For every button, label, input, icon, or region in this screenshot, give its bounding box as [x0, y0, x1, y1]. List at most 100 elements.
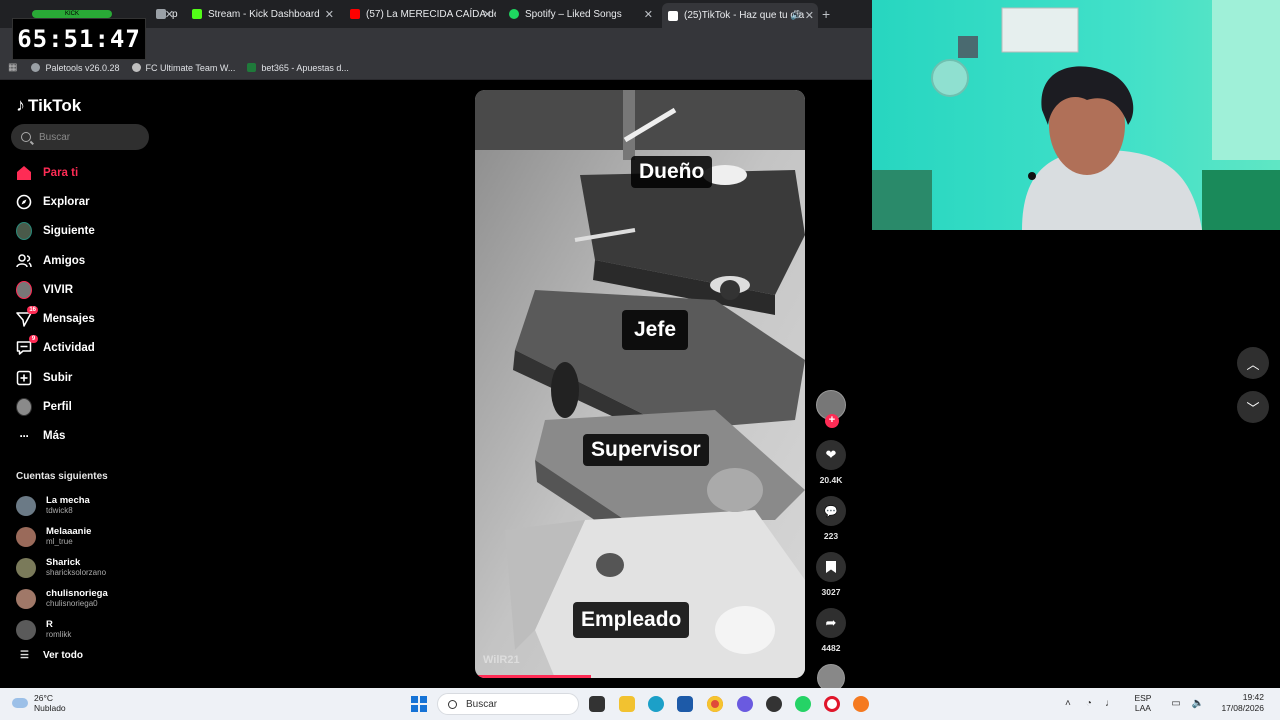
tiktok-sidebar: ♪ TikTok Buscar Para ti Explorar Siguien…	[0, 80, 160, 688]
avatar	[16, 526, 36, 547]
following-title: Cuentas siguientes	[16, 471, 108, 482]
close-icon[interactable]: ✕	[483, 8, 492, 21]
video-player[interactable]: Dueño Jefe Supervisor Empleado WilR21	[475, 90, 805, 678]
chevron-up-icon[interactable]: ˄	[1062, 698, 1073, 709]
previous-video-button[interactable]: ︿	[1237, 347, 1269, 379]
avatar	[16, 588, 36, 609]
bookmark-fc-ultimate[interactable]: FC Ultimate Team W...	[131, 62, 236, 73]
tab-tiktok[interactable]: (25)TikTok - Haz que tu día 🔊 ✕	[662, 3, 818, 28]
weather-widget[interactable]: 26°C Nublado	[12, 693, 66, 713]
action-bar: + ❤ 20.4K 💬 223 3027 ➦ 4482	[813, 390, 849, 692]
video-caption: Empleado	[573, 602, 690, 638]
video-caption: Dueño	[631, 156, 713, 188]
speaker-icon[interactable]: 🔊	[791, 10, 802, 21]
save-action[interactable]: 3027	[813, 552, 849, 608]
system-tray: ˄ ◔ ♩ ESP LAA ▭ 🔈 19:42 17/08/2026	[1057, 692, 1264, 714]
bookmark-label: bet365 - Apuestas d...	[261, 62, 349, 73]
tab-label: Stream - Kick Dashboard	[208, 8, 320, 20]
video-progress-bar[interactable]	[475, 675, 591, 678]
webcam-feed	[872, 0, 1280, 230]
heart-icon[interactable]: ❤	[816, 440, 846, 470]
nav-item-explorar[interactable]: Explorar	[0, 187, 160, 216]
video-caption: Jefe	[622, 310, 689, 350]
clock[interactable]: 19:42 17/08/2026	[1221, 692, 1264, 714]
display-icon[interactable]: ▭	[1170, 698, 1181, 709]
nav-item-actividad[interactable]: 9 Actividad	[0, 334, 160, 363]
whatsapp-icon[interactable]	[795, 696, 811, 712]
apps-grid-icon[interactable]: ▦	[8, 62, 17, 73]
following-account[interactable]: chulisnoriega chulisnoriega0	[16, 583, 156, 614]
comment-count: 223	[823, 531, 839, 541]
task-view-icon[interactable]	[589, 696, 605, 712]
language-layout: LAA	[1134, 703, 1151, 713]
see-all-label: Ver todo	[42, 650, 83, 661]
edge-icon[interactable]	[648, 696, 664, 712]
windows-start-icon[interactable]	[411, 696, 427, 712]
share-icon[interactable]: ➦	[816, 608, 846, 638]
account-handle: romlikk	[46, 630, 72, 639]
close-icon[interactable]: ✕	[805, 9, 814, 22]
tab-kick-dashboard[interactable]: Stream - Kick Dashboard ✕	[186, 4, 338, 24]
tab-youtube[interactable]: (57) La MERECIDA CAÍDA de R ✕	[344, 4, 496, 24]
account-name: Melaaanie	[46, 526, 92, 537]
chrome-icon[interactable]	[707, 696, 723, 712]
tab-label: (25)TikTok - Haz que tu día	[684, 10, 805, 21]
cloud-icon	[12, 698, 28, 708]
microphone-icon[interactable]: ♩	[1104, 698, 1115, 709]
file-explorer-icon[interactable]	[619, 696, 635, 712]
nav-item-mas[interactable]: ··· Más	[0, 422, 160, 451]
creator-avatar[interactable]: +	[816, 390, 846, 428]
nav-item-siguiente[interactable]: Siguiente	[0, 217, 160, 246]
close-icon[interactable]: ✕	[165, 8, 174, 21]
account-handle: chulisnoriega0	[46, 599, 98, 608]
firefox-icon[interactable]	[853, 696, 869, 712]
discord-icon[interactable]	[737, 696, 753, 712]
video-author[interactable]: WilR21	[483, 654, 520, 666]
tiktok-logo[interactable]: ♪ TikTok	[16, 95, 81, 116]
volume-icon[interactable]: 🔈	[1191, 698, 1203, 709]
following-account[interactable]: Sharick sharicksolorzano	[16, 552, 156, 583]
nav-item-perfil[interactable]: Perfil	[0, 392, 160, 421]
following-account[interactable]: Rromlikk	[16, 614, 156, 645]
bookmark-paletools[interactable]: Paletools v26.0.28	[31, 63, 120, 73]
clock-time: 19:42	[1242, 692, 1264, 702]
weather-temp: 26°C	[34, 693, 53, 703]
tab-spotify[interactable]: Spotify – Liked Songs ✕	[503, 4, 657, 24]
bookmark-bet365[interactable]: bet365 - Apuestas d...	[247, 63, 349, 73]
language-indicator[interactable]: ESP LAA	[1134, 693, 1151, 713]
nav-item-subir[interactable]: Subir	[0, 363, 160, 392]
follow-plus-icon[interactable]: +	[825, 414, 839, 428]
next-video-button[interactable]: ﹀	[1237, 391, 1269, 423]
account-name: La mecha	[46, 495, 90, 506]
search-input[interactable]: Buscar	[11, 124, 149, 150]
nav-item-amigos[interactable]: Amigos	[0, 246, 160, 275]
nav-item-mensajes[interactable]: 16 Mensajes	[0, 304, 160, 333]
account-handle: sharicksolorzano	[46, 568, 107, 577]
bookmark-icon[interactable]	[816, 552, 846, 582]
following-avatar-icon	[16, 222, 32, 241]
avatar	[16, 495, 36, 516]
network-icon[interactable]: ◔	[1083, 698, 1094, 709]
like-action[interactable]: ❤ 20.4K	[813, 440, 849, 496]
following-account[interactable]: Melaaanie ml_true	[16, 521, 156, 552]
chevron-up-icon: ︿	[1246, 356, 1260, 372]
taskbar-search-input[interactable]: Buscar	[437, 693, 579, 715]
see-all-button[interactable]: ☰ Ver todo	[20, 650, 83, 661]
comment-action[interactable]: 💬 223	[813, 496, 849, 552]
bookmark-label: FC Ultimate Team W...	[145, 62, 236, 73]
bookmark-icon	[31, 63, 41, 72]
share-action[interactable]: ➦ 4482	[813, 608, 849, 664]
kick-icon	[192, 9, 202, 19]
comment-icon[interactable]: 💬	[816, 496, 846, 526]
close-icon[interactable]: ✕	[644, 8, 653, 21]
activity-badge: 9	[29, 335, 38, 344]
obs-icon[interactable]	[766, 696, 782, 712]
close-icon[interactable]: ✕	[325, 8, 334, 21]
nav-item-vivir[interactable]: VIVIR	[0, 275, 160, 304]
nav-item-para-ti[interactable]: Para ti	[0, 158, 160, 187]
following-account[interactable]: La mecha tdwick8	[16, 490, 156, 521]
store-icon[interactable]	[677, 696, 693, 712]
new-tab-button[interactable]: +	[822, 6, 830, 22]
main-nav: Para ti Explorar Siguiente Amigos VIVIR …	[0, 158, 160, 451]
opera-icon[interactable]	[824, 696, 840, 712]
